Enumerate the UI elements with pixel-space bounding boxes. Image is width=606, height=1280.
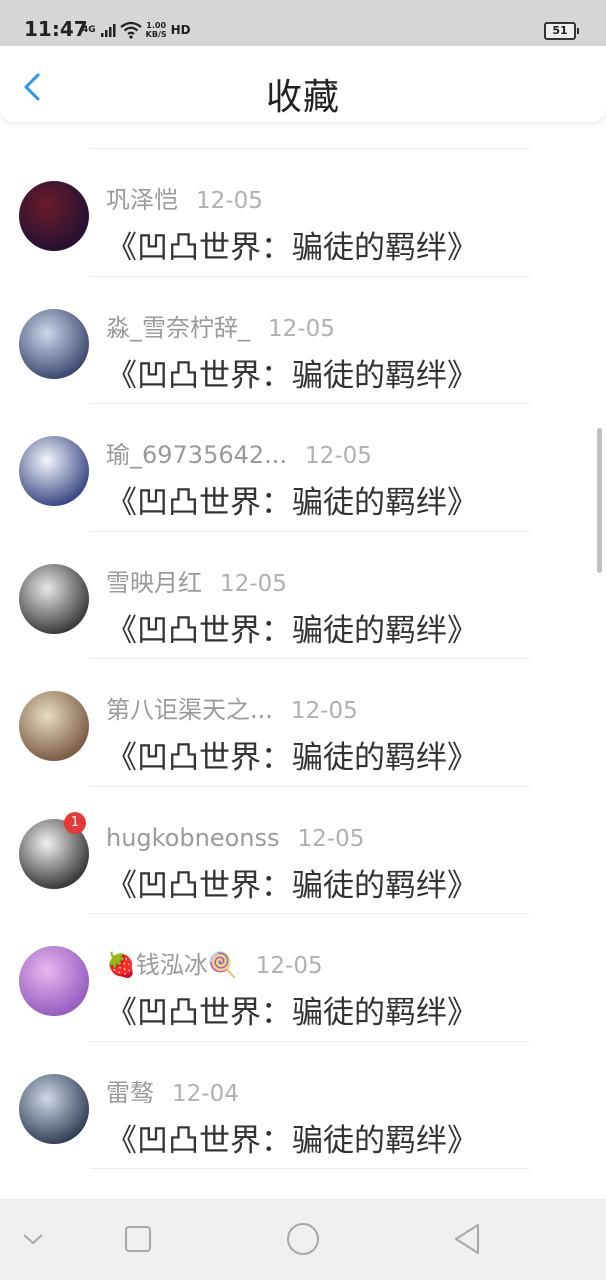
item-date: 12-05	[255, 953, 323, 979]
user-name[interactable]: 雷骜	[106, 1079, 154, 1107]
item-content[interactable]: 《凹凸世界：骗徒的羁绊》	[106, 868, 478, 904]
notification-badge: 1	[64, 811, 86, 834]
item-date: 12-05	[297, 825, 365, 852]
item-date: 12-05	[196, 188, 263, 214]
avatar[interactable]	[19, 691, 89, 761]
network-type: 4G	[82, 24, 96, 35]
user-name[interactable]: 巩泽恺	[106, 186, 178, 214]
item-date: 12-05	[290, 698, 358, 724]
avatar[interactable]	[19, 946, 89, 1016]
item-date: 12-04	[172, 1080, 239, 1107]
user-name-line: 雪映月红 12-05	[106, 569, 287, 598]
list-item[interactable]: 巩泽恺 12-05 《凹凸世界：骗徒的羁绊》	[0, 148, 606, 275]
circle-home-icon	[287, 1223, 319, 1255]
nav-down-button[interactable]	[20, 1221, 46, 1261]
list-item[interactable]: 雷骜 12-04 《凹凸世界：骗徒的羁绊》	[0, 1041, 606, 1168]
item-content[interactable]: 《凹凸世界：骗徒的羁绊》	[106, 485, 478, 521]
user-name-line: 雷骜 12-04	[106, 1079, 239, 1108]
navigation-bar	[0, 1199, 606, 1280]
user-name[interactable]: 雪映月红	[106, 569, 202, 597]
list-item[interactable]: 淼_雪奈柠辞_ 12-05 《凹凸世界：骗徒的羁绊》	[0, 276, 606, 403]
user-name[interactable]: hugkobneonss	[106, 824, 280, 852]
item-content[interactable]: 《凹凸世界：骗徒的羁绊》	[106, 613, 478, 649]
user-name[interactable]: 🍓钱泓冰🍭	[106, 951, 238, 979]
avatar[interactable]	[19, 436, 89, 506]
square-recents-icon	[125, 1226, 151, 1252]
list-item[interactable]: 瑜_69735642... 12-05 《凹凸世界：骗徒的羁绊》	[0, 403, 606, 530]
user-name[interactable]: 第八讵渠天之...	[106, 696, 273, 724]
scrollbar[interactable]	[597, 428, 602, 573]
item-date: 12-05	[268, 315, 335, 342]
status-bar: 11:47 4G 1.00 KB/S HD 51	[0, 0, 606, 46]
status-icons: 4G 1.00 KB/S HD	[82, 20, 191, 40]
list-item[interactable]: 雪映月红 12-05 《凹凸世界：骗徒的羁绊》	[0, 531, 606, 658]
user-name-line: 第八讵渠天之... 12-05	[106, 696, 358, 725]
avatar[interactable]	[19, 308, 89, 379]
battery-icon: 51	[544, 22, 579, 40]
item-content[interactable]: 《凹凸世界：骗徒的羁绊》	[106, 740, 478, 776]
item-content[interactable]: 《凹凸世界：骗徒的羁绊》	[106, 1123, 478, 1159]
wifi-icon	[119, 21, 142, 39]
avatar[interactable]	[19, 1073, 89, 1144]
list-item[interactable]: 第八讵渠天之... 12-05 《凹凸世界：骗徒的羁绊》	[0, 658, 606, 785]
item-content[interactable]: 《凹凸世界：骗徒的羁绊》	[106, 230, 478, 266]
list-item[interactable]: 洛小洛12-04《凹凸世界：骗徒的羁绊》	[0, 1168, 606, 1199]
nav-recents-button[interactable]	[124, 1221, 152, 1261]
network-speed: 1.00 KB/S	[145, 21, 167, 39]
user-name-line: 淼_雪奈柠辞_ 12-05	[106, 314, 335, 343]
signal-icon	[100, 24, 116, 37]
user-name-line: 瑜_69735642... 12-05	[106, 441, 372, 470]
triangle-back-icon	[455, 1224, 479, 1254]
list-item[interactable]: 🍓钱泓冰🍭 12-05 《凹凸世界：骗徒的羁绊》	[0, 913, 606, 1040]
list-item[interactable]: 1 hugkobneonss 12-05 《凹凸世界：骗徒的羁绊》	[0, 786, 606, 913]
status-time: 11:47	[24, 17, 88, 41]
page-title: 收藏	[265, 77, 340, 118]
user-name[interactable]: 淼_雪奈柠辞_	[106, 314, 250, 342]
nav-back-button[interactable]	[452, 1221, 482, 1261]
nav-home-button[interactable]	[286, 1221, 320, 1261]
hd-indicator: HD	[170, 23, 191, 37]
avatar[interactable]	[19, 563, 89, 634]
app-header: 收藏	[0, 46, 606, 122]
user-name-line: hugkobneonss 12-05	[106, 824, 364, 853]
user-name-line: 巩泽恺 12-05	[106, 186, 263, 215]
item-content[interactable]: 《凹凸世界：骗徒的羁绊》	[106, 358, 478, 394]
chevron-down-icon	[23, 1234, 43, 1245]
user-name-line: 🍓钱泓冰🍭 12-05	[106, 951, 323, 980]
user-name[interactable]: 瑜_69735642...	[106, 441, 287, 469]
item-date: 12-05	[220, 570, 287, 597]
avatar[interactable]	[19, 181, 89, 251]
item-date: 12-05	[305, 443, 372, 469]
favorites-list[interactable]: 巩泽恺 12-05 《凹凸世界：骗徒的羁绊》 淼_雪奈柠辞_ 12-05 《凹凸世界：骗徒…	[0, 122, 606, 1199]
item-content[interactable]: 《凹凸世界：骗徒的羁绊》	[106, 995, 478, 1031]
